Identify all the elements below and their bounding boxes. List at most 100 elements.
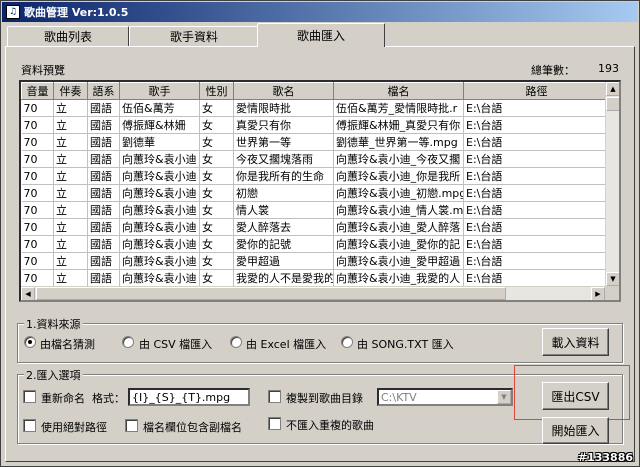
table-cell[interactable]: 愛甲超過 [233, 252, 334, 270]
table-cell[interactable]: 初戀 [233, 184, 334, 202]
table-cell[interactable]: 70 [21, 269, 54, 287]
table-cell[interactable]: 70 [21, 116, 54, 134]
table-cell[interactable]: 70 [21, 218, 54, 236]
table-cell[interactable]: 立 [53, 150, 88, 168]
table-cell[interactable]: 國語 [87, 218, 120, 236]
load-data-button[interactable]: 載入資料 [542, 328, 609, 356]
table-cell[interactable]: 情人裳 [233, 201, 334, 219]
table-row[interactable]: 70 立國語 傅振輝&林姍女真愛只有你 傅振輝&林姍_真愛只有你 E:\台語 [21, 116, 610, 134]
table-row[interactable]: 70 立國語 向蕙玲&袁小迪女我愛的人不是愛我的 向蕙玲&袁小迪_我愛的人 E:\台語 [21, 269, 610, 287]
scroll-right-icon[interactable]: ▶ [591, 287, 605, 300]
tab-singer-data[interactable]: 歌手資料 [129, 26, 259, 46]
scroll-up-icon[interactable]: ▲ [606, 82, 619, 96]
table-cell[interactable]: E:\台語 [463, 218, 610, 236]
table-cell[interactable]: 立 [53, 269, 88, 287]
table-cell[interactable]: 女 [199, 218, 234, 236]
table-cell[interactable]: 立 [53, 235, 88, 253]
table-cell[interactable]: 立 [53, 184, 88, 202]
grid-column-header[interactable]: 音量 [21, 82, 54, 100]
table-cell[interactable]: 70 [21, 167, 54, 185]
vertical-scroll-thumb[interactable] [606, 97, 619, 111]
table-cell[interactable]: 我愛的人不是愛我的 [233, 269, 334, 287]
table-cell[interactable]: E:\台語 [463, 235, 610, 253]
table-cell[interactable]: 國語 [87, 167, 120, 185]
table-cell[interactable]: E:\台語 [463, 99, 610, 117]
table-cell[interactable]: E:\台語 [463, 150, 610, 168]
radio-csv-import[interactable] [122, 336, 134, 348]
table-row[interactable]: 70 立國語 向蕙玲&袁小迪女今夜又擱塊落雨 向蕙玲&袁小迪_今夜又擱 E:\台語 [21, 150, 610, 168]
table-cell[interactable]: 真愛只有你 [233, 116, 334, 134]
filename-ext-checkbox[interactable] [125, 419, 138, 432]
table-cell[interactable]: 70 [21, 133, 54, 151]
radio-excel-import[interactable] [230, 336, 242, 348]
table-cell[interactable]: E:\台語 [463, 252, 610, 270]
table-cell[interactable]: 國語 [87, 201, 120, 219]
table-cell[interactable]: 女 [199, 99, 234, 117]
table-row[interactable]: 70 立國語 向蕙玲&袁小迪女初戀 向蕙玲&袁小迪_初戀.mpg E:\台語 [21, 184, 610, 202]
no-duplicate-checkbox[interactable] [268, 417, 281, 430]
grid-column-header[interactable]: 性別 [199, 82, 234, 100]
table-cell[interactable]: 向蕙玲&袁小迪_情人裳.m [333, 201, 464, 219]
table-cell[interactable]: E:\台語 [463, 133, 610, 151]
table-cell[interactable]: E:\台語 [463, 201, 610, 219]
table-cell[interactable]: E:\台語 [463, 116, 610, 134]
grid-column-header[interactable]: 歌名 [233, 82, 334, 100]
table-cell[interactable]: 70 [21, 252, 54, 270]
table-cell[interactable]: 向蕙玲&袁小迪_我愛的人 [333, 269, 464, 287]
table-cell[interactable]: 向蕙玲&袁小迪_你是我所 [333, 167, 464, 185]
table-cell[interactable]: 今夜又擱塊落雨 [233, 150, 334, 168]
table-cell[interactable]: 傅振輝&林姍_真愛只有你 [333, 116, 464, 134]
table-cell[interactable]: 70 [21, 235, 54, 253]
scroll-left-icon[interactable]: ◀ [21, 287, 35, 300]
table-cell[interactable]: 立 [53, 167, 88, 185]
table-cell[interactable]: 立 [53, 218, 88, 236]
table-cell[interactable]: 國語 [87, 133, 120, 151]
table-cell[interactable]: 國語 [87, 184, 120, 202]
chevron-down-icon[interactable]: ▼ [497, 390, 511, 404]
table-cell[interactable]: 向蕙玲&袁小迪_愛人醉落 [333, 218, 464, 236]
table-cell[interactable]: 伍佰&萬芳 [119, 99, 200, 117]
table-cell[interactable]: 傅振輝&林姍 [119, 116, 200, 134]
table-cell[interactable]: 國語 [87, 116, 120, 134]
absolute-path-checkbox[interactable] [23, 419, 36, 432]
table-cell[interactable]: 女 [199, 116, 234, 134]
table-cell[interactable]: 立 [53, 99, 88, 117]
table-cell[interactable]: 向蕙玲&袁小迪 [119, 167, 200, 185]
table-cell[interactable]: 劉德華 [119, 133, 200, 151]
table-cell[interactable]: E:\台語 [463, 269, 610, 287]
table-cell[interactable]: 向蕙玲&袁小迪 [119, 218, 200, 236]
table-cell[interactable]: 向蕙玲&袁小迪 [119, 184, 200, 202]
table-cell[interactable]: 立 [53, 201, 88, 219]
radio-songtxt-import[interactable] [341, 336, 353, 348]
table-cell[interactable]: 向蕙玲&袁小迪_愛你的記 [333, 235, 464, 253]
table-row[interactable]: 70 立國語 伍佰&萬芳女愛情限時批 伍佰&萬芳_愛情限時批.r E:\台語 [21, 99, 610, 117]
table-cell[interactable]: 國語 [87, 99, 120, 117]
table-cell[interactable]: 女 [199, 150, 234, 168]
table-row[interactable]: 70 立國語 向蕙玲&袁小迪女愛甲超過 向蕙玲&袁小迪_愛甲超過 E:\台語 [21, 252, 610, 270]
tab-song-list[interactable]: 歌曲列表 [7, 26, 129, 46]
table-cell[interactable]: 女 [199, 269, 234, 287]
data-grid[interactable]: 音量 伴奏 語系 歌手 性別 歌名 檔名 路徑 70 立國語 伍佰&萬芳女愛情限時批 伍佰&萬芳_愛… [19, 80, 621, 302]
table-cell[interactable]: 立 [53, 252, 88, 270]
tab-song-import[interactable]: 歌曲匯入 [257, 23, 385, 47]
table-cell[interactable]: 國語 [87, 252, 120, 270]
table-cell[interactable]: 向蕙玲&袁小迪 [119, 150, 200, 168]
table-cell[interactable]: 女 [199, 184, 234, 202]
copy-path-dropdown[interactable]: C:\KTV ▼ [377, 388, 513, 406]
table-cell[interactable]: 國語 [87, 235, 120, 253]
table-cell[interactable]: E:\台語 [463, 167, 610, 185]
table-cell[interactable]: 女 [199, 167, 234, 185]
table-cell[interactable]: 你是我所有的生命 [233, 167, 334, 185]
table-cell[interactable]: 女 [199, 252, 234, 270]
table-row[interactable]: 70 立國語 向蕙玲&袁小迪女愛人醉落去 向蕙玲&袁小迪_愛人醉落 E:\台語 [21, 218, 610, 236]
table-row[interactable]: 70 立國語 向蕙玲&袁小迪女情人裳 向蕙玲&袁小迪_情人裳.m E:\台語 [21, 201, 610, 219]
table-cell[interactable]: 70 [21, 150, 54, 168]
export-csv-button[interactable]: 匯出CSV [542, 382, 609, 410]
table-cell[interactable]: 世界第一等 [233, 133, 334, 151]
table-row[interactable]: 70 立國語 向蕙玲&袁小迪女愛你的記號 向蕙玲&袁小迪_愛你的記 E:\台語 [21, 235, 610, 253]
table-cell[interactable]: 女 [199, 133, 234, 151]
table-cell[interactable]: 立 [53, 133, 88, 151]
vertical-scrollbar[interactable]: ▲ ▼ [605, 82, 619, 286]
table-row[interactable]: 70 立國語 劉德華女世界第一等 劉德華_世界第一等.mpg E:\台語 [21, 133, 610, 151]
horizontal-scroll-thumb[interactable] [36, 287, 506, 300]
